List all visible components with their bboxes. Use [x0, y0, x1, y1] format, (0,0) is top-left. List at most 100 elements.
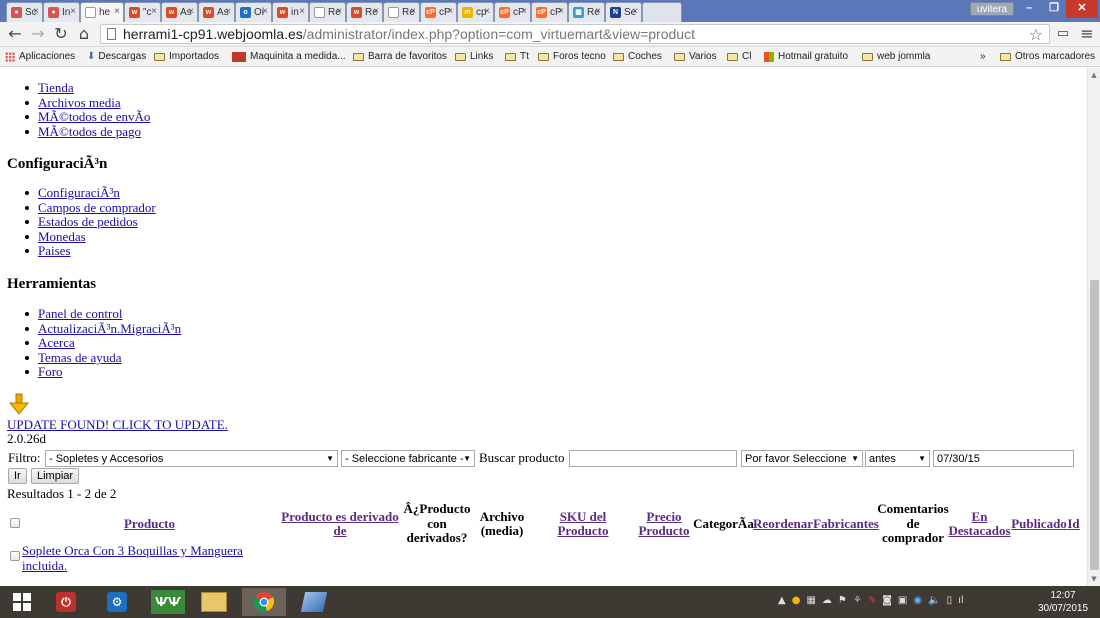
signal-icon[interactable]: ıl	[958, 595, 964, 606]
bookmark-star-icon[interactable]: ☆	[1029, 25, 1043, 44]
tray-app-icon[interactable]: ◙	[882, 595, 892, 606]
profile-badge[interactable]: uvitera	[970, 2, 1014, 16]
sort-column-link[interactable]: Publicado	[1011, 516, 1067, 532]
sort-column-link[interactable]: En Destacados	[948, 509, 1011, 539]
photo-app-icon[interactable]: ѰѰ	[146, 588, 190, 616]
bookmark-item[interactable]: ⬇ Descargas	[87, 51, 146, 62]
bookmarks-overflow-button[interactable]: »	[980, 51, 986, 62]
address-bar[interactable]: herrami1-cp91.webjoomla.es/administrator…	[100, 24, 1050, 44]
close-tab-icon[interactable]: ×	[299, 6, 305, 17]
close-tab-icon[interactable]: ×	[262, 6, 268, 17]
browser-tab[interactable]: w Re ×	[346, 2, 383, 22]
sort-column-link[interactable]: Reordenar	[753, 516, 813, 532]
start-icon[interactable]	[0, 588, 44, 616]
close-tab-icon[interactable]: ×	[595, 6, 601, 17]
bookmark-item[interactable]: Tt	[505, 51, 529, 62]
date-operator-select[interactable]: antes ▼	[865, 450, 930, 467]
close-tab-icon[interactable]: ×	[70, 6, 76, 17]
menu-icon[interactable]: ≡	[1078, 24, 1096, 44]
bookmark-item[interactable]: Aplicaciones	[5, 51, 75, 62]
close-tab-icon[interactable]: ×	[225, 6, 231, 17]
scroll-down-icon[interactable]: ▼	[1088, 573, 1100, 585]
file-explorer-icon[interactable]	[192, 588, 236, 616]
shop-menu-link[interactable]: Archivos media	[38, 95, 121, 110]
bookmark-item[interactable]: Barra de favoritos	[353, 51, 447, 62]
close-tab-icon[interactable]: ×	[410, 6, 416, 17]
close-tab-icon[interactable]: ×	[558, 6, 564, 17]
bookmark-item[interactable]: Varios	[674, 51, 717, 62]
tools-menu-link[interactable]: Temas de ayuda	[38, 350, 122, 365]
close-window-button[interactable]: ✕	[1066, 0, 1098, 18]
tools-menu-link[interactable]: ActualizaciÃ³n.MigraciÃ³n	[38, 321, 181, 336]
scroll-up-icon[interactable]: ▲	[1088, 69, 1100, 81]
shop-menu-link[interactable]: MÃ©todos de envÃo	[38, 109, 150, 124]
sort-column-link[interactable]: Producto	[124, 516, 175, 532]
bookmark-item[interactable]: Coches	[613, 51, 662, 62]
shop-menu-link[interactable]: Tienda	[38, 80, 74, 95]
browser-tab[interactable]: o Oi ×	[235, 2, 272, 22]
cast-icon[interactable]: ▭	[1054, 24, 1072, 44]
page-scrollbar[interactable]: ▲ ▼	[1087, 68, 1100, 586]
bookmark-item[interactable]: Importados	[154, 51, 219, 62]
windows-tray-icon[interactable]: ▦	[806, 595, 815, 606]
date-type-select[interactable]: Por favor Seleccione ▼	[741, 450, 863, 467]
close-tab-icon[interactable]: ×	[632, 6, 638, 17]
close-tab-icon[interactable]: ×	[336, 6, 342, 17]
back-arrow-icon[interactable]: ←	[6, 24, 24, 44]
config-menu-link[interactable]: ConfiguraciÃ³n	[38, 185, 120, 200]
row-checkbox[interactable]	[10, 551, 20, 561]
bookmark-item[interactable]: Hotmail gratuito	[764, 51, 848, 62]
sort-column-link[interactable]: Id	[1067, 516, 1079, 532]
bookmark-item[interactable]: Foros tecno	[538, 51, 606, 62]
tools-menu-link[interactable]: Panel de control	[38, 306, 122, 321]
volume-icon[interactable]: 🔈	[928, 595, 940, 606]
reload-icon[interactable]: ↻	[52, 24, 70, 44]
close-tab-icon[interactable]: ×	[373, 6, 379, 17]
browser-tab[interactable]: m cp ×	[457, 2, 494, 22]
settings-app-icon[interactable]: ⚙	[95, 588, 139, 616]
browser-tab[interactable]: cP cP ×	[494, 2, 531, 22]
go-button[interactable]: Ir	[8, 468, 27, 484]
close-tab-icon[interactable]: ×	[521, 6, 527, 17]
sort-column-link[interactable]: Fabricantes	[813, 516, 879, 532]
shop-menu-link[interactable]: MÃ©todos de pago	[38, 124, 141, 139]
tools-menu-link[interactable]: Foro	[38, 364, 63, 380]
minimize-button[interactable]: –	[1016, 0, 1042, 18]
chrome-icon[interactable]	[242, 588, 286, 616]
browser-tab[interactable]: w As ×	[198, 2, 235, 22]
tray-app-icon[interactable]: ✎	[868, 595, 876, 606]
config-menu-link[interactable]: Monedas	[38, 229, 86, 244]
browser-tab[interactable]: cP cP ×	[531, 2, 568, 22]
close-tab-icon[interactable]: ×	[33, 6, 39, 17]
battery-icon[interactable]: ▯	[947, 595, 953, 606]
bookmark-item[interactable]: Maquinita a medida...	[232, 51, 346, 62]
close-tab-icon[interactable]: ×	[188, 6, 194, 17]
browser-tab[interactable]: ● Sc ×	[6, 2, 43, 22]
browser-tab[interactable]: w "c ×	[124, 2, 161, 22]
new-tab-button[interactable]	[642, 2, 682, 22]
browser-tab[interactable]: cP cP ×	[420, 2, 457, 22]
close-tab-icon[interactable]: ×	[447, 6, 453, 17]
power-app-icon[interactable]: ⏻	[44, 588, 88, 616]
bookmark-item[interactable]: web jommla	[862, 51, 930, 62]
tools-menu-link[interactable]: Acerca	[38, 335, 75, 350]
notification-icon[interactable]: ▲	[778, 595, 786, 606]
sort-column-link[interactable]: Precio Producto	[633, 509, 695, 539]
notepad-app-icon[interactable]	[292, 588, 336, 616]
sort-column-link[interactable]: Producto es derivado de	[277, 509, 403, 539]
scrollbar-thumb[interactable]	[1090, 280, 1099, 570]
manufacturer-select[interactable]: - Seleccione fabricante - ▼	[341, 450, 475, 467]
sort-column-link[interactable]: SKU del Producto	[533, 509, 633, 539]
browser-tab[interactable]: w As ×	[161, 2, 198, 22]
select-all-checkbox[interactable]	[10, 518, 20, 528]
network-tray-icon[interactable]: ⚑	[838, 595, 847, 606]
other-bookmarks[interactable]: Otros marcadores	[1000, 51, 1095, 62]
bookmark-item[interactable]: Links	[455, 51, 493, 62]
update-arrow-icon[interactable]	[8, 393, 30, 415]
search-product-input[interactable]	[569, 450, 737, 467]
tray-app-icon[interactable]: ●	[792, 595, 801, 606]
product-link[interactable]: Soplete Orca Con 3 Boquillas y Manguera …	[22, 543, 252, 573]
browser-tab[interactable]: ● In ×	[43, 2, 80, 22]
browser-tab[interactable]: ▦ Re ×	[568, 2, 605, 22]
bookmark-item[interactable]: Cl	[727, 51, 751, 62]
